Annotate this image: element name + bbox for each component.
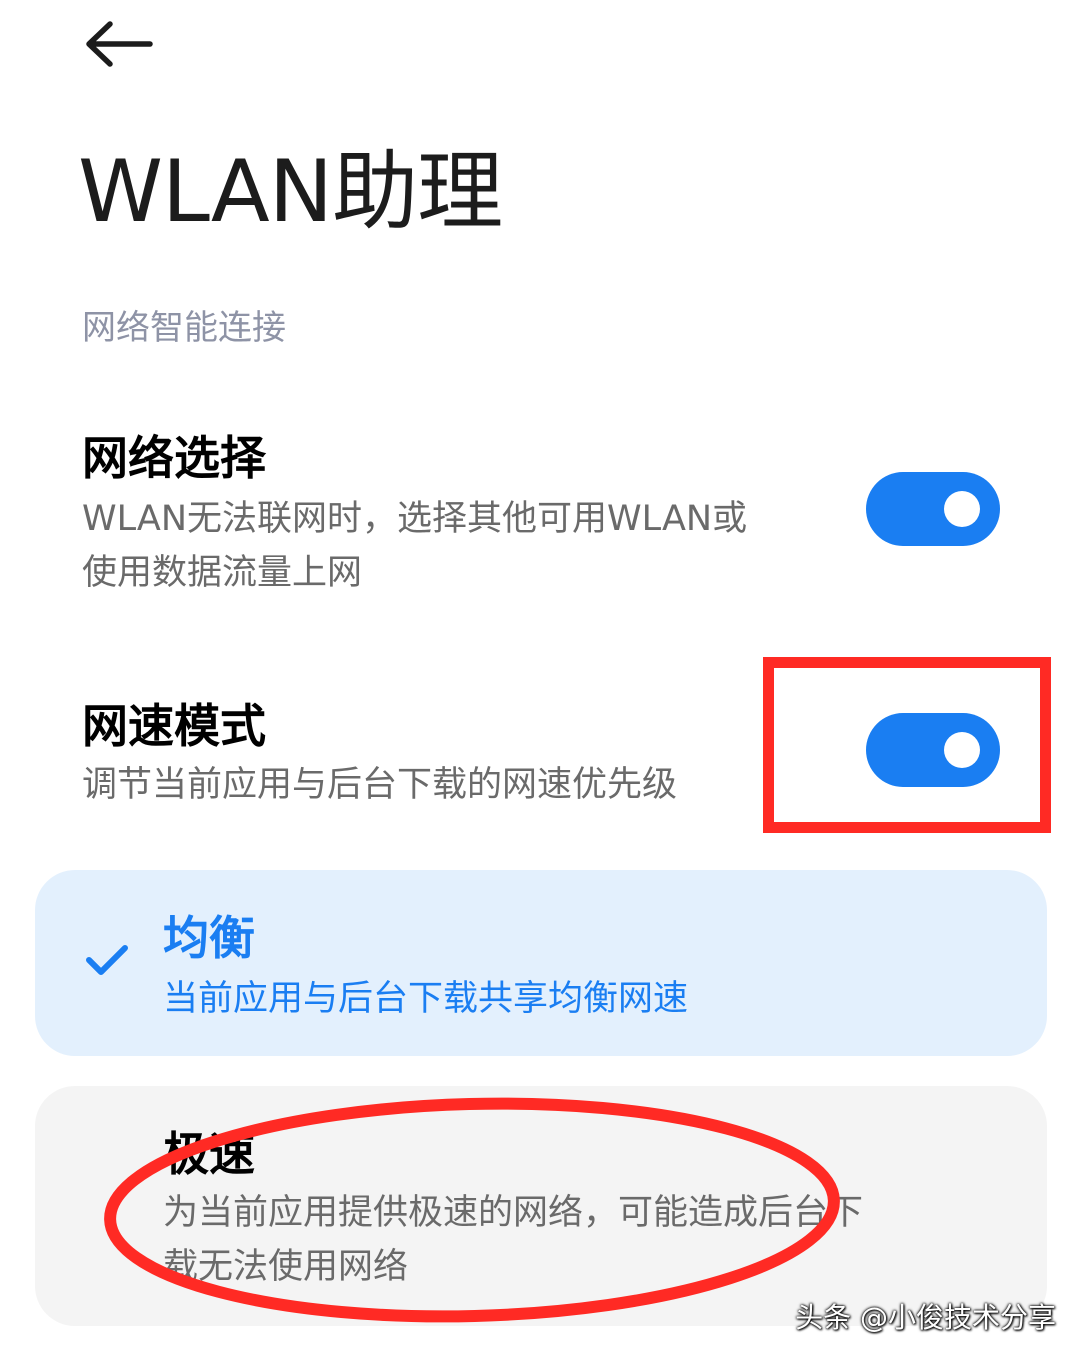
mode-title: 极速: [163, 1127, 255, 1181]
setting-network-selection[interactable]: 网络选择 WLAN无法联网时，选择其他可用WLAN或 使用数据流量上网: [0, 428, 1080, 608]
setting-description: 调节当前应用与后台下载的网速优先级: [82, 758, 677, 812]
setting-title: 网速模式: [82, 699, 266, 753]
mode-description: 为当前应用提供极速的网络，可能造成后台下 载无法使用网络: [163, 1186, 863, 1294]
page-title: WLAN助理: [78, 142, 503, 242]
arrow-left-icon: [86, 21, 153, 67]
setting-description-line: WLAN无法联网时，选择其他可用WLAN或: [82, 499, 748, 539]
speed-mode-toggle[interactable]: [866, 713, 1000, 787]
mode-title: 均衡: [163, 911, 255, 965]
network-selection-toggle[interactable]: [866, 472, 1000, 546]
back-button[interactable]: [80, 18, 156, 70]
setting-description-line: 调节当前应用与后台下载的网速优先级: [82, 765, 678, 805]
toggle-knob: [944, 491, 980, 527]
setting-description: WLAN无法联网时，选择其他可用WLAN或 使用数据流量上网: [82, 492, 747, 600]
toggle-knob: [944, 732, 980, 768]
mode-option-turbo[interactable]: 极速 为当前应用提供极速的网络，可能造成后台下 载无法使用网络: [35, 1086, 1047, 1326]
check-icon: [86, 945, 128, 975]
mode-description-line: 为当前应用提供极速的网络，可能造成后台下: [163, 1193, 864, 1233]
watermark: 头条 @小俊技术分享: [795, 1301, 1056, 1334]
mode-description: 当前应用与后台下载共享均衡网速: [163, 979, 689, 1019]
mode-description-line: 载无法使用网络: [163, 1247, 409, 1287]
setting-speed-mode[interactable]: 网速模式 调节当前应用与后台下载的网速优先级: [0, 696, 1080, 826]
section-header: 网络智能连接: [82, 308, 286, 348]
setting-title: 网络选择: [82, 431, 266, 485]
mode-option-balanced[interactable]: 均衡 当前应用与后台下载共享均衡网速: [35, 870, 1047, 1056]
setting-description-line: 使用数据流量上网: [82, 553, 363, 593]
